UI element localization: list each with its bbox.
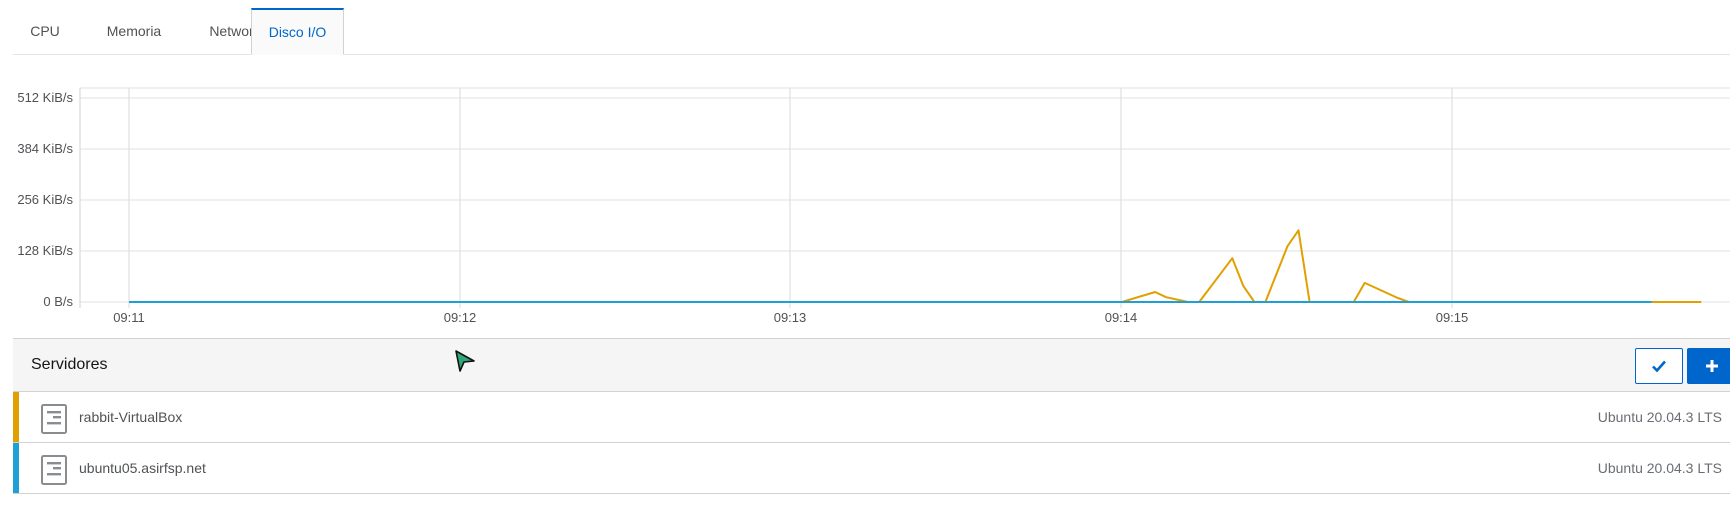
chart-series (129, 229, 1702, 303)
disk-io-chart: 512 KiB/s 384 KiB/s 256 KiB/s 128 KiB/s 0 B/… (17, 87, 1730, 325)
server-row[interactable]: rabbit-VirtualBox Ubuntu 20.04.3 LTS (13, 392, 1730, 443)
server-color-stripe (13, 392, 19, 442)
series-line (129, 229, 1702, 303)
y-tick-label: 384 KiB/s (17, 141, 73, 156)
y-tick-label: 128 KiB/s (17, 243, 73, 258)
plus-icon (1706, 360, 1718, 372)
server-row[interactable]: ubuntu05.asirfsp.net Ubuntu 20.04.3 LTS (13, 443, 1730, 494)
server-icon (41, 404, 67, 434)
server-icon (41, 455, 67, 485)
check-icon (1652, 360, 1666, 373)
servers-header: Servidores (13, 338, 1730, 392)
server-color-stripe (13, 443, 19, 493)
y-tick-label: 512 KiB/s (17, 90, 73, 105)
y-tick-label: 0 B/s (43, 294, 73, 309)
x-tick-label: 09:13 (774, 310, 807, 325)
servers-title: Servidores (31, 356, 108, 373)
confirm-button[interactable] (1635, 348, 1683, 384)
chart-grid (79, 87, 1730, 308)
mouse-cursor-icon (455, 350, 475, 372)
server-os: Ubuntu 20.04.3 LTS (1597, 460, 1722, 476)
add-server-button[interactable] (1687, 348, 1730, 384)
y-axis-labels: 512 KiB/s 384 KiB/s 256 KiB/s 128 KiB/s 0 B/… (17, 90, 73, 309)
x-tick-label: 09:11 (113, 310, 145, 325)
server-name: rabbit-VirtualBox (79, 409, 183, 425)
x-tick-label: 09:12 (444, 310, 477, 325)
x-tick-label: 09:14 (1105, 310, 1138, 325)
server-name: ubuntu05.asirfsp.net (79, 460, 206, 476)
x-axis-labels: 09:11 09:12 09:13 09:14 09:15 (113, 310, 1468, 325)
server-os: Ubuntu 20.04.3 LTS (1597, 409, 1722, 425)
y-tick-label: 256 KiB/s (17, 192, 73, 207)
x-tick-label: 09:15 (1436, 310, 1469, 325)
